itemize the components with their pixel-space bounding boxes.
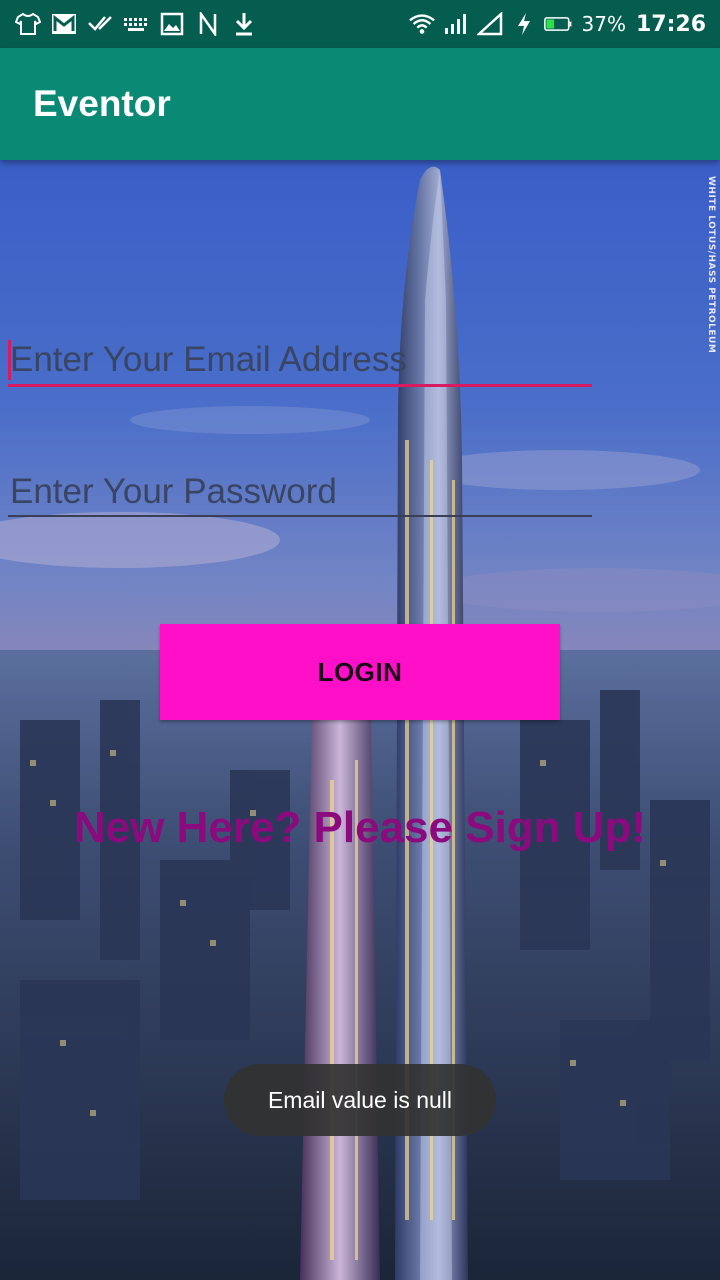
- cell-signal-icon: [442, 10, 470, 38]
- signup-link[interactable]: New Here? Please Sign Up!: [0, 803, 720, 852]
- n-icon: [194, 10, 222, 38]
- login-button[interactable]: LOGIN: [160, 624, 560, 720]
- gmail-icon: [50, 10, 78, 38]
- status-bar: 37% 17:26: [0, 0, 720, 48]
- login-screen: WHITE LOTUS/HASS PETROLEUM 37% 17:26 Eve…: [0, 0, 720, 1280]
- notification-icons: [14, 9, 266, 39]
- system-icons: 37% 17:26: [408, 9, 706, 39]
- password-field[interactable]: Enter Your Password: [8, 472, 592, 522]
- email-field[interactable]: Enter Your Email Address: [8, 340, 592, 390]
- no-signal-icon: [476, 10, 504, 38]
- tshirt-icon: [14, 10, 42, 38]
- keyboard-icon: [122, 10, 150, 38]
- battery-icon: [543, 10, 572, 38]
- email-placeholder: Enter Your Email Address: [10, 340, 407, 379]
- app-bar: Eventor: [0, 48, 720, 160]
- watermark-text: WHITE LOTUS/HASS PETROLEUM: [706, 176, 716, 354]
- app-title: Eventor: [33, 83, 171, 124]
- email-underline: [8, 384, 592, 387]
- wifi-icon: [408, 10, 436, 38]
- check-icon: [86, 10, 114, 38]
- download-icon: [230, 10, 258, 38]
- flash-icon: [510, 10, 538, 38]
- battery-percent: 37%: [581, 12, 626, 36]
- image-icon: [158, 10, 186, 38]
- password-placeholder: Enter Your Password: [10, 472, 337, 511]
- toast-message: Email value is null: [224, 1064, 496, 1136]
- clock: 17:26: [635, 11, 706, 37]
- password-underline: [8, 515, 592, 517]
- watermark: WHITE LOTUS/HASS PETROLEUM: [704, 176, 718, 466]
